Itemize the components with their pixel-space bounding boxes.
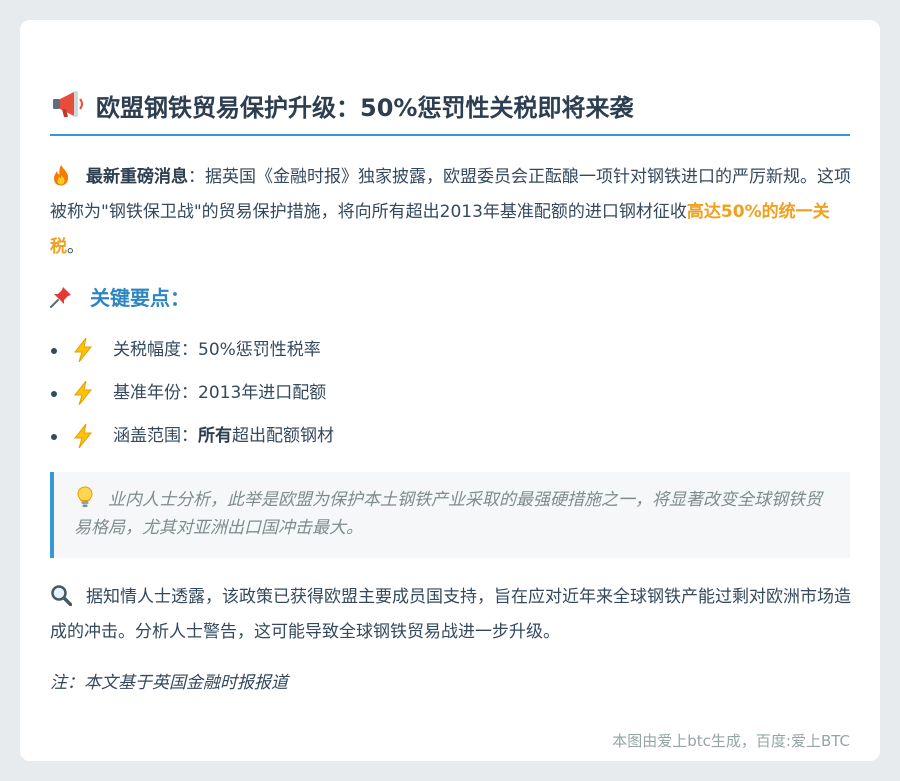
key-point-value: 超出配额钢材: [232, 426, 334, 446]
list-item: 基准年份：2013年进口配额: [50, 372, 830, 415]
analysis-paragraph: 据知情人士透露，该政策已获得欧盟主要成员国支持，旨在应对近年来全球钢铁产能过剩对…: [50, 580, 852, 650]
article-card: 欧盟钢铁贸易保护升级：50%惩罚性关税即将来袭 最新重磅消息：据英国《金融时报》…: [20, 20, 880, 761]
intro-text-end: 。: [67, 237, 84, 257]
article-title-row: 欧盟钢铁贸易保护升级：50%惩罚性关税即将来袭: [50, 74, 850, 136]
analysis-quote: 业内人士分析，此举是欧盟为保护本土钢铁产业采取的最强硬措施之一，将显著改变全球钢…: [50, 472, 850, 558]
bullet-dot: [51, 348, 57, 354]
key-point-label: 关税幅度：: [113, 340, 198, 360]
key-point-text: 关税幅度：50%惩罚性税率: [113, 329, 321, 372]
key-point-label: 涵盖范围：: [113, 426, 198, 446]
lightbulb-icon: [77, 486, 93, 507]
bullet-dot: [51, 391, 57, 397]
quote-text: 业内人士分析，此举是欧盟为保护本土钢铁产业采取的最强硬措施之一，将显著改变全球钢…: [74, 490, 822, 538]
key-points-heading: 关键要点：: [50, 282, 190, 318]
key-point-value: 2013年进口配额: [198, 383, 327, 403]
key-point-text: 基准年份：2013年进口配额: [113, 372, 326, 415]
key-points-title: 关键要点：: [90, 286, 190, 310]
fire-icon: [54, 165, 69, 186]
lightning-icon: [73, 424, 93, 448]
list-item: 涵盖范围：所有超出配额钢材: [50, 415, 830, 458]
pushpin-icon: [50, 287, 71, 308]
lightning-icon: [73, 338, 93, 362]
bullet-dot: [51, 434, 57, 440]
footer-credit: 本图由爱上btc生成，百度:爱上BTC: [612, 732, 850, 750]
lightning-icon: [73, 381, 93, 405]
key-point-emphasis: 所有: [198, 426, 232, 446]
list-item: 关税幅度：50%惩罚性税率: [50, 329, 830, 372]
page-title: 欧盟钢铁贸易保护升级：50%惩罚性关税即将来袭: [96, 94, 634, 122]
intro-lead: 最新重磅消息: [86, 167, 188, 187]
key-point-value: 50%惩罚性税率: [198, 340, 321, 360]
analysis-text: 据知情人士透露，该政策已获得欧盟主要成员国支持，旨在应对近年来全球钢铁产能过剩对…: [50, 587, 851, 642]
intro-paragraph: 最新重磅消息：据英国《金融时报》独家披露，欧盟委员会正酝酿一项针对钢铁进口的严厉…: [50, 160, 852, 265]
key-point-label: 基准年份：: [113, 383, 198, 403]
magnifier-icon: [51, 585, 72, 606]
key-points-list: 关税幅度：50%惩罚性税率 基准年份：2013年进口配额 涵盖范围：所有超出配额…: [50, 329, 830, 458]
key-point-text: 涵盖范围：所有超出配额钢材: [113, 415, 334, 458]
megaphone-icon: [53, 91, 83, 117]
source-note: 注：本文基于英国金融时报报道: [50, 673, 288, 693]
